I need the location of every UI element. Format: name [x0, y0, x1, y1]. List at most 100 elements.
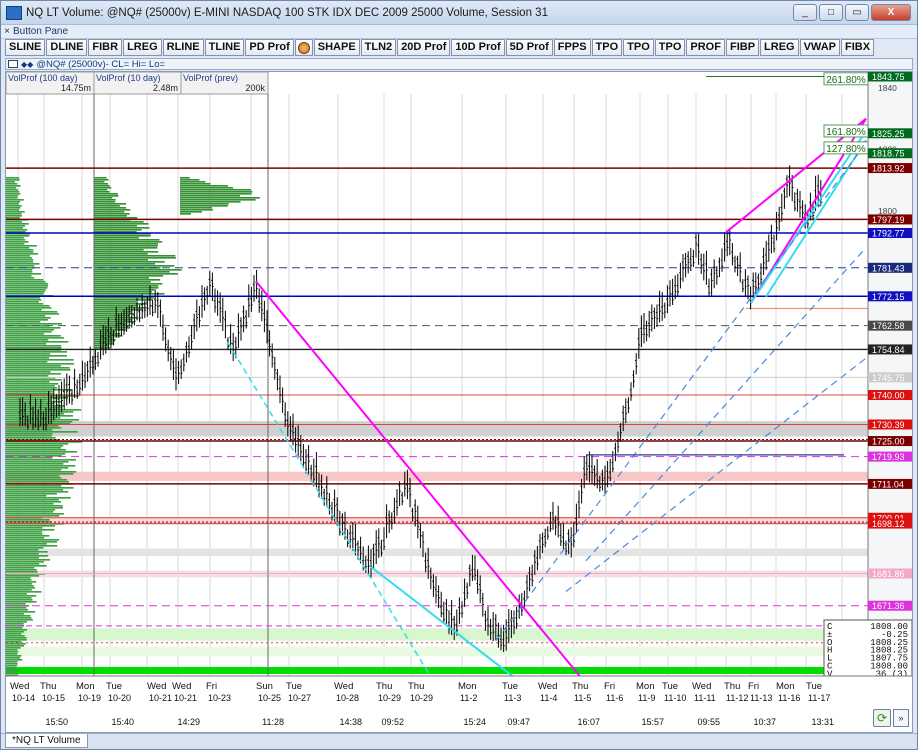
volume-profile-10day-bar — [94, 311, 132, 313]
date-axis-date: 11-2 — [460, 693, 477, 703]
volume-profile-10day-bar — [94, 213, 130, 215]
volume-profile-100day-bar — [6, 615, 31, 617]
volume-profile-100day-bar — [6, 609, 28, 611]
refresh-icon[interactable]: ⟳ — [873, 709, 891, 727]
date-axis-day: Thu — [376, 681, 392, 692]
volume-profile-prev-bar — [180, 179, 200, 181]
volume-profile-100day-bar — [6, 409, 82, 411]
volume-profile-100day-bar — [6, 601, 37, 603]
volume-profile-100day-bar — [6, 597, 32, 599]
toolbar-button-tln2[interactable]: TLN2 — [360, 39, 397, 56]
toolbar-button-sline[interactable]: SLINE — [5, 39, 46, 56]
toolbar-button-20d-prof[interactable]: 20D Prof — [397, 39, 451, 56]
toolbar-button-fibp[interactable]: FIBP — [725, 39, 760, 56]
volume-profile-100day-bar — [6, 189, 18, 191]
tab-nq-lt-volume[interactable]: *NQ LT Volume — [5, 734, 88, 748]
volume-profile-100day-bar — [6, 667, 16, 669]
volume-profile-100day-bar — [6, 229, 28, 231]
date-axis-day: Tue — [662, 681, 678, 692]
toolbar-button-rline[interactable]: RLINE — [162, 39, 204, 56]
volume-profile-10day-bar — [94, 221, 144, 223]
volume-profile-10day-bar — [94, 331, 116, 333]
toolbar-button-5d-prof[interactable]: 5D Prof — [505, 39, 553, 56]
toolbar-button-pd-prof[interactable]: PD Prof — [245, 39, 294, 56]
volume-profile-10day-bar — [94, 261, 165, 263]
toolbar-button-prof[interactable]: PROF — [686, 39, 725, 56]
toolbar-button-tpo-2[interactable]: TPO — [623, 39, 654, 56]
chart-window-icon[interactable] — [8, 60, 18, 68]
price-label: 1671.36 — [872, 601, 905, 611]
volume-profile-10day-bar — [94, 255, 176, 257]
volume-profile-100day-bar — [6, 457, 53, 459]
date-axis-day: Wed — [10, 681, 29, 692]
toolbar-button-shape[interactable]: SHAPE — [313, 39, 360, 56]
volume-profile-10day-bar — [94, 275, 164, 277]
price-label: 1843.75 — [872, 72, 905, 82]
volume-profile-100day-bar — [6, 641, 22, 643]
volume-profile-100day-bar — [6, 341, 69, 343]
status-bar: *NQ LT Volume — [1, 733, 917, 749]
date-axis-time: 09:55 — [697, 717, 720, 727]
price-chart[interactable]: VolProf (100 day)14.75mVolProf (10 day)2… — [6, 72, 912, 732]
toolbar-button-10d-prof[interactable]: 10D Prof — [451, 39, 505, 56]
volume-profile-100day-bar — [6, 461, 69, 463]
volume-profile-100day-bar — [6, 467, 69, 469]
volume-profile-100day-bar — [6, 663, 18, 665]
chart-area[interactable]: VolProf (100 day) 14.75m VolProf (10 day) 2… — [5, 71, 913, 733]
volume-profile-100day-bar — [6, 629, 28, 631]
volume-profile-100day-bar — [6, 381, 50, 383]
toolbar-button-tpo-3[interactable]: TPO — [654, 39, 686, 56]
volume-profile-100day-bar — [6, 531, 43, 533]
restore-button[interactable]: □ — [819, 4, 843, 21]
toolbar-button-dline[interactable]: DLINE — [46, 39, 88, 56]
chart-scroll-button[interactable]: » — [893, 709, 909, 727]
volume-profile-100day-bar — [6, 321, 41, 323]
volume-profile-100day-bar — [6, 327, 61, 329]
toolbar-button-gear[interactable] — [294, 39, 313, 56]
volume-profile-100day-bar — [6, 247, 30, 249]
date-axis-date: 10-28 — [336, 693, 359, 703]
toolbar-button-fibr[interactable]: FIBR — [88, 39, 123, 56]
maximize-button[interactable]: ▭ — [845, 4, 869, 21]
button-pane-close-icon[interactable]: × — [1, 26, 13, 37]
profile-name: VolProf (prev) — [183, 73, 238, 83]
volume-profile-100day-bar — [6, 485, 62, 487]
volume-profile-100day-bar — [6, 595, 37, 597]
fib-label: 161.80% — [826, 127, 866, 138]
volume-profile-100day-bar — [6, 307, 52, 309]
profile-name: VolProf (100 day) — [8, 73, 78, 83]
title-bar[interactable]: NQ LT Volume: @NQ# (25000v) E-MINI NASDA… — [1, 1, 917, 25]
volume-profile-100day-bar — [6, 587, 35, 589]
toolbar-button-tpo-1[interactable]: TPO — [591, 39, 623, 56]
volume-profile-10day-bar — [94, 187, 112, 189]
minimize-button[interactable]: _ — [793, 4, 817, 21]
date-axis-date: 11-17 — [808, 693, 830, 703]
date-axis-day: Tue — [806, 681, 822, 692]
close-button[interactable]: X — [871, 4, 911, 21]
volume-profile-100day-bar — [6, 603, 26, 605]
volume-profile-100day-bar — [6, 479, 68, 481]
volume-profile-100day-bar — [6, 429, 53, 431]
volume-profile-10day-bar — [94, 235, 151, 237]
toolbar-button-fpps[interactable]: FPPS — [553, 39, 591, 56]
toolbar-button-vwap[interactable]: VWAP — [799, 39, 840, 56]
toolbar-button-fibx[interactable]: FIBX — [841, 39, 875, 56]
volume-profile-100day-bar — [6, 269, 33, 271]
volume-profile-100day-bar — [6, 177, 20, 179]
chart-legend-strip: ◆◆ @NQ# (25000v)- CL= Hi= Lo= — [5, 58, 913, 70]
volume-profile-100day-bar — [6, 237, 24, 239]
volume-profile-10day-bar — [94, 223, 149, 225]
volume-profile-10day-bar — [94, 215, 127, 217]
volume-profile-100day-bar — [6, 399, 52, 401]
price-label: 1698.12 — [872, 519, 905, 529]
volume-profile-10day-bar — [94, 179, 109, 181]
toolbar-button-lreg[interactable]: LREG — [123, 39, 162, 56]
volume-profile-prev-bar — [180, 197, 260, 199]
volume-profile-10day-bar — [94, 329, 126, 331]
toolbar-button-lreg-2[interactable]: LREG — [760, 39, 799, 56]
volume-profile-100day-bar — [6, 357, 50, 359]
volume-profile-100day-bar — [6, 369, 71, 371]
volume-profile-10day-bar — [94, 249, 144, 251]
toolbar-button-tline[interactable]: TLINE — [204, 39, 245, 56]
volume-profile-100day-bar — [6, 567, 35, 569]
